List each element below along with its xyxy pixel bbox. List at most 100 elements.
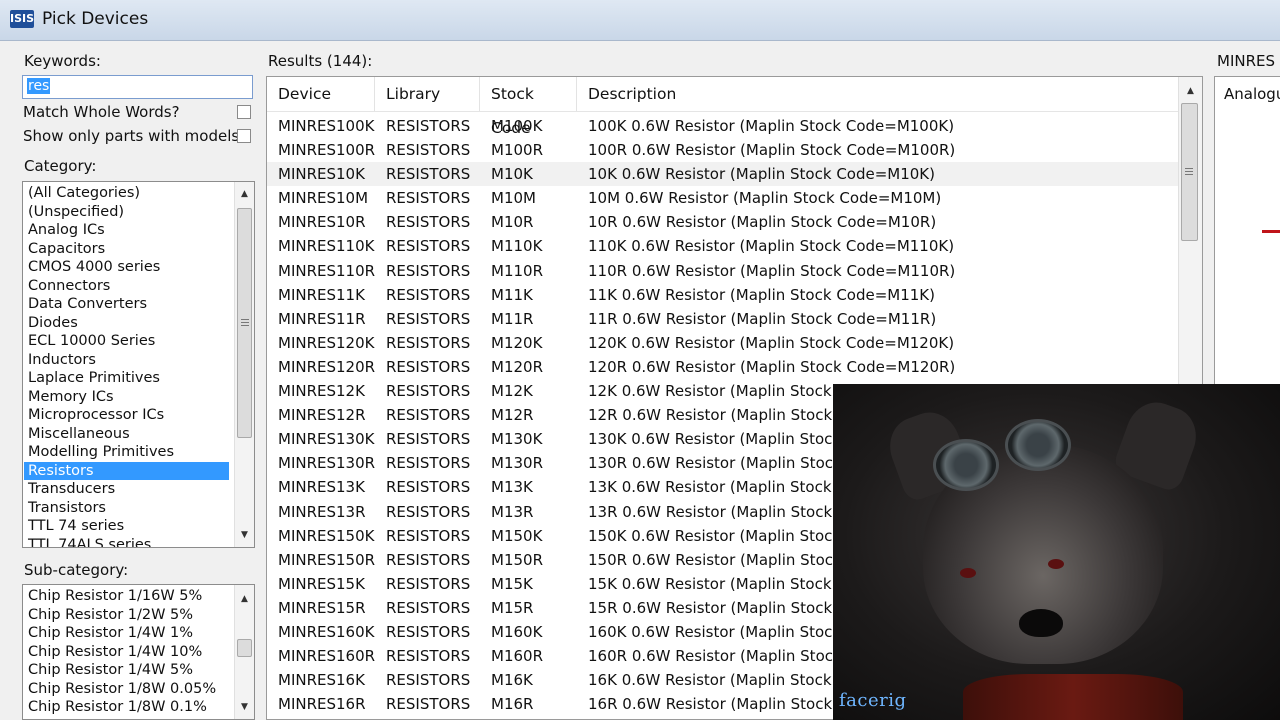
library-cell: RESISTORS (386, 189, 471, 208)
description-cell: 10M 0.6W Resistor (Maplin Stock Code=M10… (588, 189, 942, 208)
subcategory-scrollbar[interactable]: ▲ ▼ (234, 585, 254, 719)
category-scrollbar[interactable]: ▲ ▼ (234, 182, 254, 547)
table-row[interactable]: MINRES120R RESISTORS M120R 120R 0.6W Resist… (267, 355, 1179, 379)
category-item[interactable]: Capacitors (24, 240, 229, 259)
library-cell: RESISTORS (386, 598, 471, 617)
table-row[interactable]: MINRES120K RESISTORS M120K 120K 0.6W Resist… (267, 331, 1179, 355)
table-row[interactable]: MINRES100R RESISTORS M100R 100R 0.6W Resist… (267, 138, 1179, 162)
subcategory-item[interactable]: Chip Resistor 1/8W 0.05% (24, 680, 229, 699)
library-cell: RESISTORS (386, 502, 471, 521)
description-cell: 110K 0.6W Resistor (Maplin Stock Code=M1… (588, 237, 955, 256)
device-cell: MINRES120K (278, 333, 375, 352)
library-cell: RESISTORS (386, 357, 471, 376)
column-header-device[interactable]: Device (267, 77, 375, 111)
device-cell: MINRES15R (278, 598, 366, 617)
library-cell: RESISTORS (386, 550, 471, 569)
description-cell: 110R 0.6W Resistor (Maplin Stock Code=M1… (588, 261, 956, 280)
library-cell: RESISTORS (386, 309, 471, 328)
results-scroll-thumb[interactable] (1181, 103, 1198, 241)
category-item[interactable]: Data Converters (24, 295, 229, 314)
scroll-down-icon[interactable]: ▼ (235, 527, 254, 543)
category-item[interactable]: Modelling Primitives (24, 443, 229, 462)
stock-code-cell: M13K (491, 478, 533, 497)
device-cell: MINRES120R (278, 357, 376, 376)
stock-code-cell: M110R (491, 261, 543, 280)
preview-subtitle: Analogu (1224, 85, 1280, 103)
table-row[interactable]: MINRES10M RESISTORS M10M 10M 0.6W Resistor … (267, 186, 1179, 210)
library-cell: RESISTORS (386, 478, 471, 497)
category-item[interactable]: CMOS 4000 series (24, 258, 229, 277)
stock-code-cell: M13R (491, 502, 534, 521)
avatar-collar (963, 674, 1183, 720)
category-item[interactable]: Resistors (24, 461, 229, 480)
scroll-up-icon[interactable]: ▲ (235, 186, 254, 202)
show-only-models-checkbox[interactable] (237, 129, 251, 143)
device-cell: MINRES150R (278, 550, 376, 569)
category-item[interactable]: Diodes (24, 314, 229, 333)
category-list[interactable]: (All Categories) (Unspecified) Analog ICs C… (22, 181, 255, 548)
device-cell: MINRES160K (278, 622, 375, 641)
match-whole-words-checkbox[interactable] (237, 105, 251, 119)
stock-code-cell: M130K (491, 430, 543, 449)
library-cell: RESISTORS (386, 333, 471, 352)
category-item[interactable]: Transistors (24, 499, 229, 518)
table-row[interactable]: MINRES10K RESISTORS M10K 10K 0.6W Resistor … (267, 162, 1179, 187)
category-item[interactable]: Microprocessor ICs (24, 406, 229, 425)
category-item[interactable]: (Unspecified) (24, 203, 229, 222)
table-row[interactable]: MINRES10R RESISTORS M10R 10R 0.6W Resistor … (267, 210, 1179, 234)
preview-symbol (1262, 230, 1280, 233)
subcategory-scroll-thumb[interactable] (237, 639, 252, 657)
subcategory-item[interactable]: Chip Resistor 1/8W 0.1% (24, 698, 229, 717)
avatar-eye-right (1048, 559, 1064, 569)
results-label: Results (144): (268, 52, 373, 70)
category-item[interactable]: Memory ICs (24, 388, 229, 407)
subcategory-list[interactable]: Chip Resistor 1/16W 5% Chip Resistor 1/2W… (22, 584, 255, 720)
webcam-overlay: facerig (833, 384, 1280, 720)
table-row[interactable]: MINRES11R RESISTORS M11R 11R 0.6W Resistor … (267, 307, 1179, 331)
category-item[interactable]: ECL 10000 Series (24, 332, 229, 351)
subcategory-item[interactable]: Chip Resistor 1/4W 1% (24, 624, 229, 643)
stock-code-cell: M120K (491, 333, 543, 352)
stock-code-cell: M10K (491, 165, 533, 184)
goggle-left-icon (933, 439, 999, 491)
category-item[interactable]: TTL 74ALS series (24, 536, 229, 548)
scroll-up-icon[interactable]: ▲ (1179, 83, 1202, 99)
description-cell: 100R 0.6W Resistor (Maplin Stock Code=M1… (588, 141, 956, 160)
library-cell: RESISTORS (386, 695, 471, 714)
stock-code-cell: M100K (491, 117, 543, 135)
category-item[interactable]: Analog ICs (24, 221, 229, 240)
avatar-nose (1019, 609, 1063, 637)
category-item[interactable]: Connectors (24, 277, 229, 296)
column-header-description[interactable]: Description (577, 77, 1179, 111)
match-whole-words-label: Match Whole Words? (23, 103, 180, 121)
subcategory-item[interactable]: Chip Resistor 1/2W 5% (24, 606, 229, 625)
scroll-up-icon[interactable]: ▲ (235, 591, 254, 607)
column-header-library[interactable]: Library (375, 77, 480, 111)
table-row[interactable]: MINRES100K RESISTORS M100K 100K 0.6W Resist… (267, 114, 1179, 138)
stock-code-cell: M16K (491, 671, 533, 690)
library-cell: RESISTORS (386, 165, 471, 184)
table-row[interactable]: MINRES110R RESISTORS M110R 110R 0.6W Resist… (267, 259, 1179, 283)
subcategory-item[interactable]: Chip Resistor 1/4W 10% (24, 643, 229, 662)
category-item[interactable]: Laplace Primitives (24, 369, 229, 388)
preview-title: MINRES (1217, 52, 1276, 70)
category-item[interactable]: Miscellaneous (24, 425, 229, 444)
device-cell: MINRES11R (278, 309, 366, 328)
description-cell: 120K 0.6W Resistor (Maplin Stock Code=M1… (588, 333, 955, 352)
scroll-down-icon[interactable]: ▼ (235, 699, 254, 715)
stock-code-cell: M150K (491, 526, 543, 545)
table-row[interactable]: MINRES11K RESISTORS M11K 11K 0.6W Resistor … (267, 283, 1179, 307)
category-item[interactable]: (All Categories) (24, 184, 229, 203)
category-item[interactable]: Inductors (24, 351, 229, 370)
column-header-stock-code[interactable]: Stock Code (480, 77, 577, 137)
subcategory-item[interactable]: Chip Resistor 1/4W 5% (24, 661, 229, 680)
library-cell: RESISTORS (386, 574, 471, 593)
description-cell: 120R 0.6W Resistor (Maplin Stock Code=M1… (588, 357, 956, 376)
table-row[interactable]: MINRES110K RESISTORS M110K 110K 0.6W Resist… (267, 234, 1179, 258)
keywords-input[interactable]: res (22, 75, 253, 99)
category-item[interactable]: TTL 74 series (24, 517, 229, 536)
category-item[interactable]: Transducers (24, 480, 229, 499)
stock-code-cell: M10R (491, 213, 534, 232)
category-scroll-thumb[interactable] (237, 208, 252, 438)
subcategory-item[interactable]: Chip Resistor 1/16W 5% (24, 587, 229, 606)
